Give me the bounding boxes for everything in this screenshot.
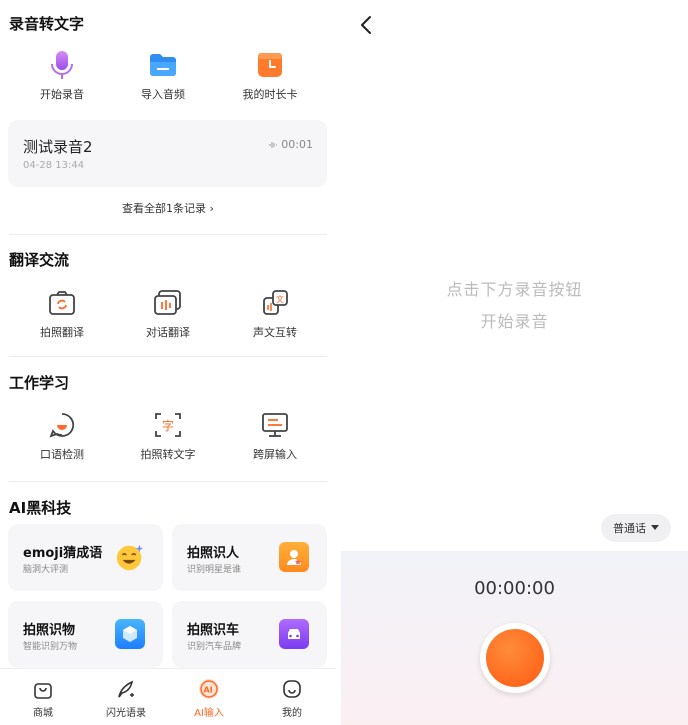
photo-to-text-button[interactable]: 字 拍照转文字 (118, 410, 218, 462)
dialog-translate-icon (153, 288, 183, 318)
import-audio-button[interactable]: 导入音频 (113, 50, 213, 102)
back-button[interactable] (355, 14, 377, 36)
dialog-translate-button[interactable]: 对话翻译 (118, 288, 218, 340)
divider (9, 234, 327, 235)
ai-input-icon: AI (198, 678, 220, 700)
microphone-icon (47, 50, 77, 80)
record-button-core (486, 629, 544, 687)
ai-card-subtitle: 脑洞大评测 (23, 565, 69, 575)
photo-to-text-label: 拍照转文字 (140, 448, 196, 461)
speech-check-button[interactable]: 口语检测 (12, 410, 112, 462)
feather-icon (115, 678, 137, 700)
time-card-button[interactable]: 我的时长卡 (220, 50, 320, 102)
record-button[interactable] (480, 623, 550, 693)
profile-icon (281, 678, 303, 700)
tab-ai-input[interactable]: AI AI输入 (174, 678, 244, 719)
recording-item-card[interactable]: 测试录音2 04-28 13:44 00:01 (8, 120, 327, 187)
ai-card-subtitle: 智能识别万物 (23, 642, 78, 652)
svg-text:字: 字 (162, 418, 174, 433)
section-title-work-study: 工作学习 (9, 374, 70, 392)
recording-panel: 点击下方录音按钮 开始录音 普通话 00:00:00 (341, 0, 688, 725)
photo-to-text-icon: 字 (153, 410, 183, 440)
shop-bag-icon (32, 678, 54, 700)
cross-screen-icon (260, 410, 290, 440)
tab-profile[interactable]: 我的 (257, 678, 327, 719)
ai-card-subtitle: 识别汽车品牌 (187, 642, 242, 652)
recorder-controls: 00:00:00 (341, 551, 688, 725)
section-title-ai-tech: AI黑科技 (9, 499, 72, 517)
ai-card-title: 拍照识人 (187, 546, 240, 561)
tab-flash-quotes[interactable]: 闪光语录 (91, 678, 161, 719)
emoji-icon (115, 542, 145, 572)
photo-translate-button[interactable]: 拍照翻译 (12, 288, 112, 340)
view-all-records-link[interactable]: 查看全部1条记录 › (0, 200, 336, 216)
soundwave-icon (269, 141, 278, 148)
voice-text-convert-label: 声文互转 (253, 326, 297, 339)
divider (9, 481, 327, 482)
tab-shop[interactable]: 商城 (8, 678, 78, 719)
speech-check-label: 口语检测 (40, 448, 84, 461)
ai-card-car-recognition[interactable]: 拍照识车 识别汽车品牌 (172, 601, 327, 668)
start-recording-label: 开始录音 (40, 88, 84, 101)
start-recording-button[interactable]: 开始录音 (12, 50, 112, 102)
recording-timestamp: 04-28 13:44 (23, 160, 85, 171)
tab-label: 商城 (33, 708, 53, 719)
chevron-left-icon (361, 16, 371, 34)
section-title-translation: 翻译交流 (9, 251, 70, 269)
divider (9, 356, 327, 357)
record-hint-line1: 点击下方录音按钮 (446, 280, 583, 299)
svg-text:AI: AI (204, 686, 213, 695)
tab-label: AI输入 (194, 708, 224, 719)
person-id-icon (279, 542, 309, 572)
clock-card-icon (255, 50, 285, 80)
ai-card-subtitle: 识别明星是谁 (187, 565, 242, 575)
cross-screen-input-button[interactable]: 跨屏输入 (225, 410, 325, 462)
ai-card-person-recognition[interactable]: 拍照识人 识别明星是谁 (172, 524, 327, 591)
cross-screen-input-label: 跨屏输入 (253, 448, 297, 461)
dialog-translate-label: 对话翻译 (146, 326, 190, 339)
folder-icon (148, 50, 178, 80)
ai-card-title: emoji猜成语 (23, 546, 103, 561)
bottom-tab-bar: 商城 闪光语录 AI AI输入 我的 (0, 668, 336, 725)
tab-label: 我的 (282, 708, 302, 719)
photo-translate-label: 拍照翻译 (40, 326, 84, 339)
time-card-label: 我的时长卡 (242, 88, 298, 101)
tab-label: 闪光语录 (106, 708, 146, 719)
recording-timer: 00:00:00 (474, 578, 555, 599)
recording-name: 测试录音2 (23, 138, 93, 156)
section-title-recording: 录音转文字 (9, 15, 85, 33)
language-selector[interactable]: 普通话 (601, 514, 671, 542)
ai-card-emoji-idiom[interactable]: emoji猜成语 脑洞大评测 (8, 524, 163, 591)
language-value: 普通话 (613, 522, 646, 535)
record-hint-line2: 开始录音 (480, 312, 549, 331)
import-audio-label: 导入音频 (141, 88, 185, 101)
recording-duration: 00:01 (281, 138, 313, 151)
speech-check-icon (47, 410, 77, 440)
ai-card-object-recognition[interactable]: 拍照识物 智能识别万物 (8, 601, 163, 668)
voice-text-convert-button[interactable]: 文 声文互转 (225, 288, 325, 340)
left-panel: 录音转文字 开始录音 导入音频 我的时长卡 测试录音2 04-28 13:44 … (0, 0, 336, 725)
voice-text-convert-icon: 文 (260, 288, 290, 318)
recording-duration-wrap: 00:01 (268, 138, 313, 151)
car-id-icon (279, 619, 309, 649)
ai-card-title: 拍照识车 (187, 623, 240, 638)
ai-card-title: 拍照识物 (23, 623, 76, 638)
svg-text:文: 文 (276, 294, 284, 304)
camera-translate-icon (47, 288, 77, 318)
object-id-icon (115, 619, 145, 649)
caret-down-icon (651, 525, 659, 530)
